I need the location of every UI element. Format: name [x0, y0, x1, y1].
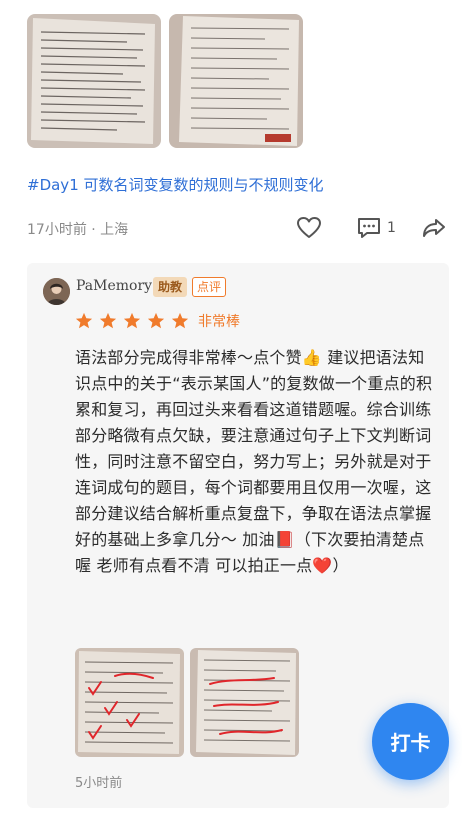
star-icon	[75, 312, 93, 329]
worksheet-photo-image	[169, 14, 303, 148]
review-badge: 点评	[192, 277, 227, 297]
star-icon	[171, 312, 189, 329]
reviewer-name[interactable]: PaMemory	[76, 278, 152, 294]
review-comment-text: 语法部分完成得非常棒～点个赞👍 建议把语法知识点中的关于“表示某国人”的复数做一…	[75, 348, 433, 575]
reviewer-avatar[interactable]	[43, 278, 70, 305]
share-button[interactable]	[421, 214, 447, 242]
marked-worksheet-image	[190, 648, 299, 757]
star-icon	[123, 312, 141, 329]
post-photo-1[interactable]	[27, 14, 161, 148]
review-photo-2[interactable]	[190, 648, 299, 757]
star-rating: 非常棒	[75, 311, 240, 331]
post-time-location: 17小时前 · 上海	[27, 222, 129, 238]
checkin-button[interactable]: 打卡	[372, 703, 449, 780]
heart-icon	[297, 217, 321, 238]
comment-button[interactable]: 1	[356, 214, 396, 242]
avatar-image	[43, 278, 70, 305]
star-icon	[99, 312, 117, 329]
share-icon	[423, 219, 445, 237]
comment-count: 1	[387, 220, 396, 236]
review-time: 5小时前	[75, 776, 123, 791]
post-hashtag-text[interactable]: #Day1 可数名词变复数的规则与不规则变化	[27, 174, 324, 195]
like-button[interactable]	[296, 214, 322, 242]
comment-icon	[358, 218, 380, 238]
rating-label: 非常棒	[198, 314, 240, 330]
worksheet-photo-image	[27, 14, 161, 148]
post-photo-2[interactable]	[169, 14, 303, 148]
review-photo-1[interactable]	[75, 648, 184, 757]
assistant-badge: 助教	[153, 277, 188, 297]
marked-worksheet-image	[75, 648, 184, 757]
star-icon	[147, 312, 165, 329]
